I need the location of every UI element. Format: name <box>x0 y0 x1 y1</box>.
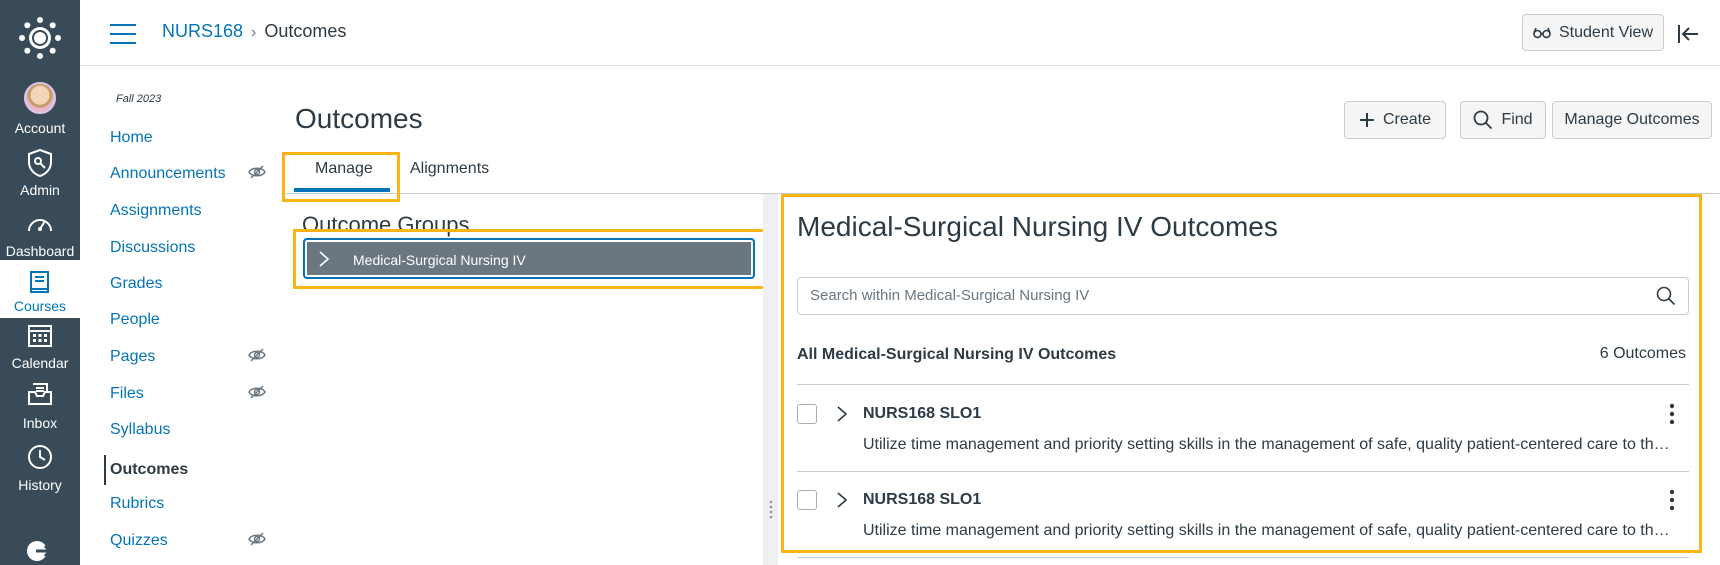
search-icon <box>1474 110 1493 130</box>
course-nav-assignments[interactable]: Assignments <box>110 202 202 220</box>
course-nav-syllabus[interactable]: Syllabus <box>110 421 170 439</box>
hidden-eye-icon <box>248 348 266 362</box>
find-label: Find <box>1501 111 1533 128</box>
hidden-eye-icon <box>248 385 266 399</box>
shield-icon <box>28 148 52 178</box>
term-label: Fall 2023 <box>116 93 162 105</box>
course-nav-outcomes[interactable]: Outcomes <box>104 455 188 485</box>
global-nav-account[interactable]: Account <box>0 82 80 144</box>
global-nav-inbox[interactable]: Inbox <box>0 382 80 444</box>
course-nav-quizzes[interactable]: Quizzes <box>110 532 168 550</box>
highlight-box <box>781 194 1702 553</box>
top-bar: NURS168 › Outcomes Student View <box>80 0 1720 66</box>
global-nav: Account Admin Dashboard Courses Calendar… <box>0 0 80 565</box>
page-title: Outcomes <box>295 103 423 134</box>
manage-outcomes-button[interactable]: Manage Outcomes <box>1552 101 1712 139</box>
drag-handle-icon[interactable] <box>769 500 773 520</box>
global-nav-label: Account <box>14 120 66 136</box>
manage-outcomes-label: Manage Outcomes <box>1564 111 1700 128</box>
avatar <box>24 82 56 114</box>
clock-icon <box>28 445 52 469</box>
highlight-box <box>282 152 400 202</box>
find-button[interactable]: Find <box>1460 101 1546 139</box>
global-nav-label: Admin <box>20 182 60 198</box>
course-nav-files[interactable]: Files <box>110 385 144 403</box>
calendar-icon <box>28 325 52 347</box>
highlight-box <box>293 229 767 289</box>
global-nav-label: Inbox <box>22 415 58 431</box>
global-nav-admin[interactable]: Admin <box>0 148 80 210</box>
global-nav-label: History <box>18 477 62 493</box>
book-icon <box>30 271 49 293</box>
tab-alignments[interactable]: Alignments <box>410 160 489 178</box>
global-nav-label: Calendar <box>11 355 69 371</box>
course-nav-rubrics[interactable]: Rubrics <box>110 495 164 513</box>
course-nav: Fall 2023 Home Announcements Assignments… <box>80 66 280 565</box>
create-button[interactable]: Create <box>1344 101 1446 139</box>
plus-icon <box>1359 113 1374 127</box>
hidden-eye-icon <box>248 165 266 179</box>
inbox-icon <box>28 383 52 405</box>
breadcrumb-course-link[interactable]: NURS168 <box>162 21 243 41</box>
row-divider <box>797 557 1689 558</box>
course-nav-announcements[interactable]: Announcements <box>110 165 226 183</box>
hamburger-menu-icon[interactable] <box>110 24 136 44</box>
collapse-sidebar-icon[interactable] <box>1676 22 1700 46</box>
logout-icon[interactable] <box>26 540 54 562</box>
course-nav-grades[interactable]: Grades <box>110 275 162 293</box>
student-view-label: Student View <box>1559 23 1653 41</box>
global-nav-calendar[interactable]: Calendar <box>0 322 80 384</box>
course-nav-pages[interactable]: Pages <box>110 348 155 366</box>
canvas-logo-icon[interactable] <box>17 15 63 61</box>
course-nav-home[interactable]: Home <box>110 129 153 147</box>
create-label: Create <box>1382 111 1432 128</box>
breadcrumb-current: Outcomes <box>264 21 347 41</box>
course-nav-discussions[interactable]: Discussions <box>110 239 195 257</box>
breadcrumb: NURS168 › Outcomes <box>162 21 346 42</box>
course-nav-people[interactable]: People <box>110 311 160 329</box>
student-view-button[interactable]: Student View <box>1522 14 1664 51</box>
global-nav-courses[interactable]: Courses <box>0 260 80 318</box>
breadcrumb-separator: › <box>251 24 257 41</box>
hidden-eye-icon <box>248 532 266 546</box>
global-nav-label: Courses <box>13 298 67 314</box>
global-nav-history[interactable]: History <box>0 444 80 506</box>
glasses-icon <box>1533 27 1551 38</box>
speedometer-icon <box>28 219 52 232</box>
global-nav-label: Dashboard <box>5 243 75 259</box>
